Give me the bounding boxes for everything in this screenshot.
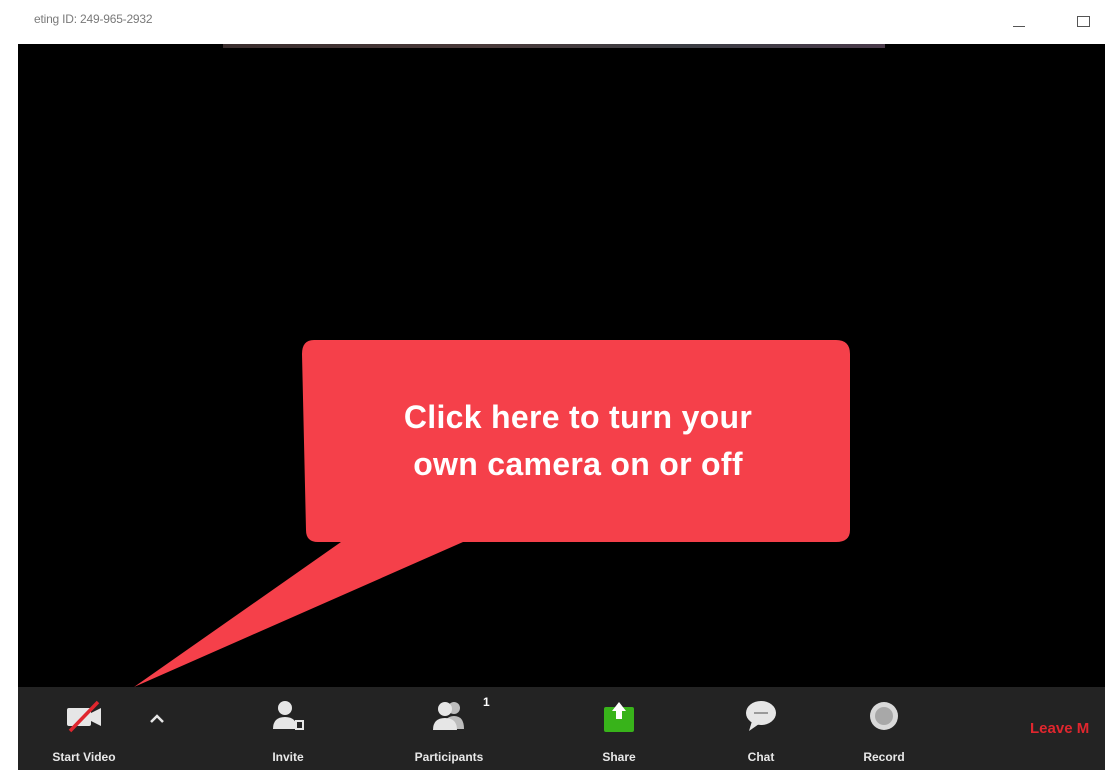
- invite-label: Invite: [272, 750, 304, 764]
- callout-bubble: [134, 340, 850, 687]
- maximize-icon: [1076, 15, 1090, 27]
- title-bar: eting ID: 249-965-2932: [0, 0, 1105, 44]
- participants-icon: [433, 702, 464, 730]
- callout-line-2: own camera on or off: [413, 446, 743, 482]
- leave-meeting-button[interactable]: Leave M: [1030, 720, 1089, 737]
- chevron-up-icon[interactable]: [145, 707, 169, 731]
- start-video-button[interactable]: Start Video: [30, 687, 138, 770]
- callout-shape: [134, 340, 850, 687]
- zoom-meeting-window: eting ID: 249-965-2932 Click here to tur…: [0, 0, 1105, 770]
- minimize-button[interactable]: [1004, 6, 1034, 36]
- invite-button[interactable]: Invite: [248, 687, 328, 770]
- minimize-icon: [1013, 25, 1025, 27]
- participants-label: Participants: [414, 750, 484, 764]
- window-title: eting ID: 249-965-2932: [34, 12, 153, 26]
- record-label: Record: [863, 750, 905, 764]
- participants-count: 1: [483, 695, 490, 709]
- participants-button[interactable]: 1 Participants: [394, 687, 504, 770]
- start-video-label: Start Video: [52, 750, 116, 764]
- record-button[interactable]: Record: [844, 687, 924, 770]
- invite-person-icon: [273, 701, 304, 730]
- chat-bubble-icon: [746, 701, 776, 731]
- video-off-icon: [67, 700, 101, 733]
- chat-label: Chat: [747, 750, 775, 764]
- share-label: Share: [602, 750, 636, 764]
- callout-text: Click here to turn your own camera on or…: [308, 394, 848, 488]
- video-stage: Click here to turn your own camera on or…: [18, 44, 1105, 687]
- record-icon: [870, 702, 898, 730]
- share-button[interactable]: Share: [584, 687, 654, 770]
- share-screen-icon: [604, 702, 634, 732]
- callout-line-1: Click here to turn your: [403, 399, 753, 435]
- meeting-toolbar: Start Video Invite 1 Participants Share …: [18, 687, 1105, 770]
- chat-button[interactable]: Chat: [726, 687, 796, 770]
- maximize-button[interactable]: [1068, 6, 1098, 36]
